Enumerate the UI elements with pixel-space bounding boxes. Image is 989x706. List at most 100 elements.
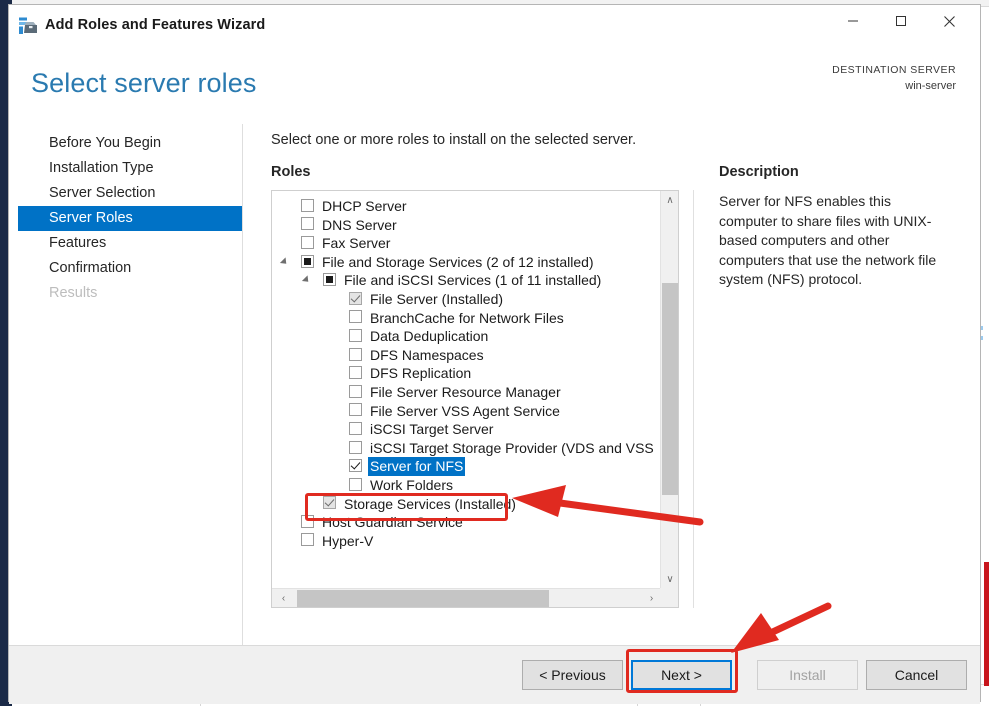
role-row[interactable]: DFS Namespaces: [272, 345, 661, 364]
nav-item-server-roles[interactable]: Server Roles: [18, 206, 242, 231]
role-row[interactable]: File Server (Installed): [272, 289, 661, 308]
role-checkbox[interactable]: [323, 496, 336, 510]
scrollbar-corner: [660, 588, 678, 607]
role-checkbox[interactable]: [301, 217, 314, 231]
role-label: Work Folders: [370, 476, 453, 493]
role-label: DNS Server: [322, 216, 397, 233]
role-checkbox[interactable]: [349, 291, 362, 305]
role-label: DFS Replication: [370, 365, 472, 382]
role-row[interactable]: Data Deduplication: [272, 326, 661, 345]
description-title: Description: [719, 164, 799, 180]
role-row[interactable]: Work Folders: [272, 475, 661, 494]
role-checkbox[interactable]: [349, 384, 362, 398]
wizard-content: Select one or more roles to install on t…: [243, 124, 980, 645]
vertical-scrollbar[interactable]: ∧ ∨: [660, 191, 678, 588]
role-checkbox[interactable]: [301, 254, 314, 268]
horizontal-scrollbar-thumb[interactable]: [297, 590, 549, 607]
wizard-footer: < Previous Next > Install Cancel: [9, 645, 980, 704]
role-row[interactable]: Server for NFS: [272, 456, 661, 476]
role-row[interactable]: Storage Services (Installed): [272, 494, 661, 513]
role-label: Fax Server: [322, 235, 391, 252]
next-button[interactable]: Next >: [631, 660, 732, 690]
roles-tree-viewport: DHCP Server DNS Server Fax Server File and …: [272, 191, 661, 588]
role-checkbox[interactable]: [349, 347, 362, 361]
role-checkbox[interactable]: [349, 403, 362, 417]
scroll-left-icon[interactable]: ‹: [274, 589, 293, 607]
role-checkbox[interactable]: [349, 310, 362, 324]
role-label: File and Storage Services (2 of 12 insta…: [322, 253, 594, 270]
window-title: Add Roles and Features Wizard: [45, 17, 266, 33]
nav-item-confirmation[interactable]: Confirmation: [9, 256, 242, 281]
role-row[interactable]: DFS Replication: [272, 363, 661, 382]
role-checkbox[interactable]: [301, 198, 314, 212]
role-label: DFS Namespaces: [370, 346, 484, 363]
role-checkbox[interactable]: [349, 328, 362, 342]
roles-list-label: Roles: [271, 164, 311, 180]
role-label: BranchCache for Network Files: [370, 309, 564, 326]
role-label: Host Guardian Service: [322, 514, 463, 531]
page-header: Select server roles DESTINATION SERVER w…: [9, 48, 980, 124]
role-checkbox[interactable]: [349, 421, 362, 435]
role-label: File Server VSS Agent Service: [370, 402, 560, 419]
role-row[interactable]: File and iSCSI Services (1 of 11 install…: [272, 270, 661, 289]
title-bar: Add Roles and Features Wizard: [9, 5, 980, 48]
vertical-scrollbar-thumb[interactable]: [662, 283, 678, 495]
role-row[interactable]: iSCSI Target Storage Provider (VDS and V…: [272, 438, 661, 457]
role-checkbox[interactable]: [349, 366, 362, 380]
add-roles-and-features-wizard-window: Add Roles and Features Wizard Select ser…: [8, 4, 981, 704]
role-row[interactable]: BranchCache for Network Files: [272, 308, 661, 327]
background-red-accent: [984, 562, 989, 686]
roles-tree[interactable]: DHCP Server DNS Server Fax Server File and …: [272, 191, 661, 549]
role-label: Hyper-V: [322, 532, 374, 549]
close-icon: [943, 15, 955, 27]
nav-item-before-you-begin[interactable]: Before You Begin: [9, 131, 242, 156]
scroll-right-icon[interactable]: ›: [642, 589, 661, 607]
role-label: File and iSCSI Services (1 of 11 install…: [344, 272, 602, 289]
wizard-body: Before You Begin Installation Type Server …: [9, 124, 980, 645]
role-row[interactable]: File Server Resource Manager: [272, 382, 661, 401]
nav-item-server-selection[interactable]: Server Selection: [9, 181, 242, 206]
destination-server-name: win-server: [905, 80, 956, 92]
role-checkbox[interactable]: [349, 440, 362, 454]
role-row[interactable]: Host Guardian Service: [272, 512, 661, 531]
horizontal-scrollbar[interactable]: ‹ ›: [272, 588, 661, 607]
role-checkbox[interactable]: [301, 533, 314, 547]
role-label: iSCSI Target Storage Provider (VDS and V…: [370, 439, 654, 456]
role-checkbox[interactable]: [301, 235, 314, 249]
expander-triangle-icon[interactable]: [301, 275, 312, 285]
role-row[interactable]: DHCP Server: [272, 196, 661, 215]
minimize-icon: [848, 20, 858, 22]
scroll-down-icon[interactable]: ∨: [661, 570, 679, 588]
role-row[interactable]: iSCSI Target Server: [272, 419, 661, 438]
role-row[interactable]: File and Storage Services (2 of 12 insta…: [272, 252, 661, 271]
cancel-button[interactable]: Cancel: [866, 660, 967, 690]
expander-triangle-icon[interactable]: [279, 257, 290, 267]
role-label: File Server (Installed): [370, 290, 504, 307]
role-row[interactable]: Hyper-V: [272, 531, 661, 550]
scroll-up-icon[interactable]: ∧: [661, 191, 679, 209]
role-checkbox[interactable]: [349, 477, 362, 491]
role-checkbox[interactable]: [301, 514, 314, 528]
role-label: Storage Services (Installed): [344, 495, 516, 512]
description-text: Server for NFS enables this computer to …: [719, 193, 937, 287]
role-label: Data Deduplication: [370, 328, 489, 345]
nav-item-features[interactable]: Features: [9, 231, 242, 256]
nav-item-installation-type[interactable]: Installation Type: [9, 156, 242, 181]
role-checkbox[interactable]: [349, 459, 362, 473]
role-label: Server for NFS: [368, 457, 466, 476]
previous-button[interactable]: < Previous: [522, 660, 623, 690]
close-button[interactable]: [926, 5, 972, 37]
wizard-step-nav: Before You Begin Installation Type Server …: [9, 124, 243, 645]
role-row[interactable]: DNS Server: [272, 215, 661, 234]
description-divider: [693, 190, 694, 608]
role-row[interactable]: Fax Server: [272, 233, 661, 252]
role-label: iSCSI Target Server: [370, 421, 494, 438]
role-label: File Server Resource Manager: [370, 383, 561, 400]
role-checkbox[interactable]: [323, 273, 336, 287]
role-row[interactable]: File Server VSS Agent Service: [272, 401, 661, 420]
destination-server-label: DESTINATION SERVER: [832, 64, 956, 76]
maximize-button[interactable]: [878, 5, 924, 37]
nav-item-results: Results: [49, 285, 98, 301]
nav-list: Before You Begin Installation Type Server …: [9, 124, 242, 306]
minimize-button[interactable]: [830, 5, 876, 37]
